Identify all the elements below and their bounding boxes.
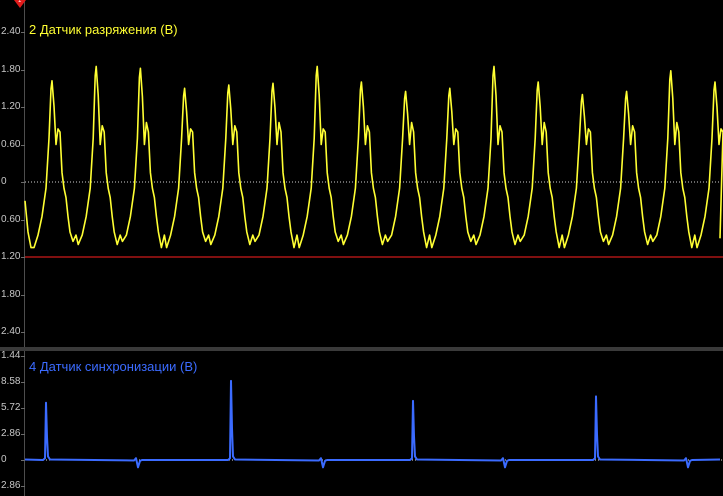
y-tick-mark <box>21 332 25 333</box>
y-tick-label: 0 <box>1 454 7 465</box>
y-tick-label: 1.20 <box>1 251 21 262</box>
vacuum-sensor-panel: 2.40 1.80 1.20 0.60 0 0.60 1.20 1.80 2.40 2 Датч… <box>0 0 723 347</box>
sync-sensor-title: 4 Датчик синхронизации (В) <box>29 359 198 374</box>
sync-waveform <box>24 379 721 469</box>
vacuum-waveform <box>24 65 723 249</box>
y-tick-mark <box>21 257 25 258</box>
y-tick-mark <box>21 182 25 183</box>
y-tick-mark <box>21 382 25 383</box>
y-tick-mark <box>21 460 25 461</box>
y-tick-mark <box>21 408 25 409</box>
y-tick-label: 1.44 <box>1 350 21 361</box>
y-tick-label: 8.58 <box>1 376 21 387</box>
sync-sensor-panel: 1.44 8.58 5.72 2.86 0 2.86 4 Датчик синхрониз… <box>0 351 723 496</box>
y-tick-label: 1.80 <box>1 63 21 75</box>
vacuum-sensor-plot <box>24 65 723 258</box>
y-tick-mark <box>21 32 25 33</box>
y-tick-mark <box>21 219 25 221</box>
y-tick-mark <box>21 356 25 357</box>
y-tick-mark <box>21 486 25 487</box>
y-tick-label: 5.72 <box>1 402 21 413</box>
y-tick-mark <box>21 144 25 146</box>
y-tick-label: 2.86 <box>1 480 21 491</box>
y-tick-mark <box>21 294 25 296</box>
y-tick-mark <box>21 107 25 108</box>
y-tick-label: 0.60 <box>1 138 21 150</box>
y-tick-mark <box>21 434 25 435</box>
y-tick-label: 2.40 <box>1 26 21 37</box>
vacuum-sensor-title: 2 Датчик разряжения (В) <box>29 22 178 37</box>
y-tick-label: 2.86 <box>1 428 21 439</box>
y-tick-label: 2.40 <box>1 326 21 337</box>
y-tick-label: 1.20 <box>1 101 21 112</box>
y-tick-label: 0 <box>1 176 7 187</box>
cursor-marker-label: 1 <box>18 0 22 4</box>
y-tick-label: 0.60 <box>1 213 21 225</box>
y-tick-label: 1.80 <box>1 288 21 300</box>
y-tick-mark <box>21 69 25 71</box>
